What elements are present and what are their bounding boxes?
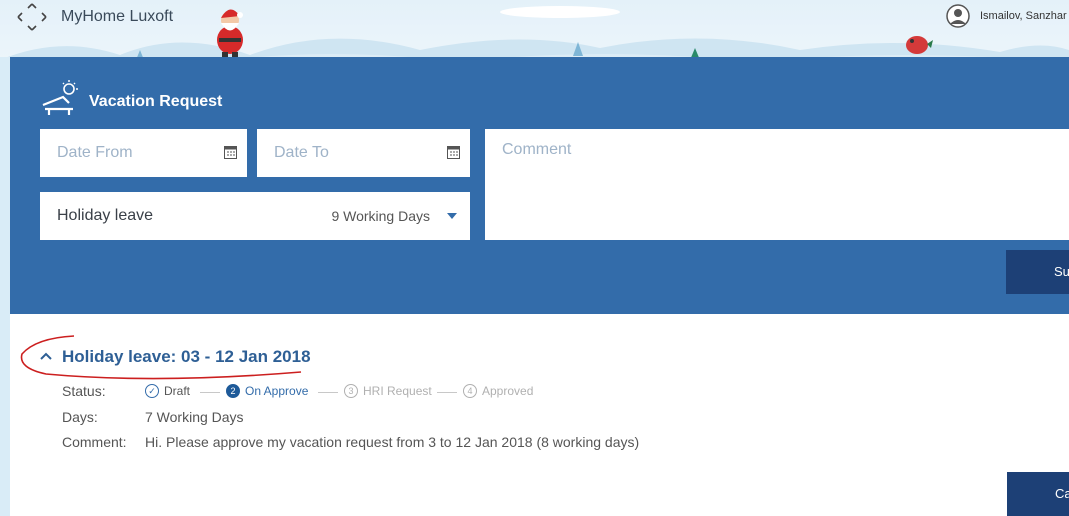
request-title[interactable]: Holiday leave: 03 - 12 Jan 2018	[62, 347, 311, 367]
comment-label: Comment:	[62, 434, 127, 450]
step-label: Draft	[164, 383, 191, 398]
comment-placeholder: Comment	[502, 141, 572, 158]
status-label: Status:	[62, 383, 106, 399]
step-connector	[437, 392, 457, 393]
user-avatar-icon[interactable]	[946, 4, 970, 28]
app-title[interactable]: MyHome Luxoft	[61, 8, 173, 26]
panel-title: Vacation Request	[89, 93, 223, 110]
date-to-field[interactable]: Date To	[257, 129, 470, 177]
step-connector	[200, 392, 220, 393]
app-switcher-icon[interactable]	[17, 3, 47, 31]
calendar-icon[interactable]	[224, 145, 237, 159]
comment-value: Hi. Please approve my vacation request f…	[145, 434, 640, 450]
step-label: HRI Request	[363, 383, 432, 398]
step-draft: ✓ Draft	[145, 383, 190, 398]
days-label: Days:	[62, 409, 98, 425]
step-number: 2	[226, 383, 240, 398]
leave-type-select[interactable]: Holiday leave 9 Working Days	[40, 192, 470, 240]
chevron-down-icon	[447, 213, 457, 219]
comment-input[interactable]: Comment	[485, 129, 1069, 240]
step-on-approve: 2 On Approve	[226, 383, 308, 398]
date-to-placeholder: Date To	[274, 144, 329, 161]
step-label: Approved	[482, 383, 534, 398]
submit-button[interactable]: Submit	[1006, 250, 1069, 294]
step-hri-request: 3 HRI Request	[344, 383, 432, 398]
step-number: ✓	[145, 383, 159, 398]
bird-decoration	[906, 36, 933, 54]
step-number: 4	[463, 383, 477, 398]
user-name[interactable]: Ismailov, Sanzhar	[980, 10, 1067, 22]
date-from-placeholder: Date From	[57, 144, 133, 161]
beach-chair-icon	[42, 80, 78, 115]
leave-type-value: Holiday leave	[57, 207, 154, 224]
date-from-field[interactable]: Date From	[40, 129, 247, 177]
working-days-count: 9 Working Days	[331, 208, 430, 224]
step-number: 3	[344, 383, 358, 398]
step-approved: 4 Approved	[463, 383, 533, 398]
left-strip	[0, 57, 10, 516]
chevron-up-icon[interactable]	[40, 351, 52, 361]
step-label: On Approve	[245, 383, 309, 398]
vacation-request-panel: Vacation Request Date From Date To Holid…	[10, 57, 1069, 314]
cancel-button[interactable]: Cancel	[1007, 472, 1069, 516]
calendar-icon[interactable]	[447, 145, 460, 159]
santa-decoration	[217, 9, 243, 57]
days-value: 7 Working Days	[145, 409, 244, 425]
step-connector	[318, 392, 338, 393]
